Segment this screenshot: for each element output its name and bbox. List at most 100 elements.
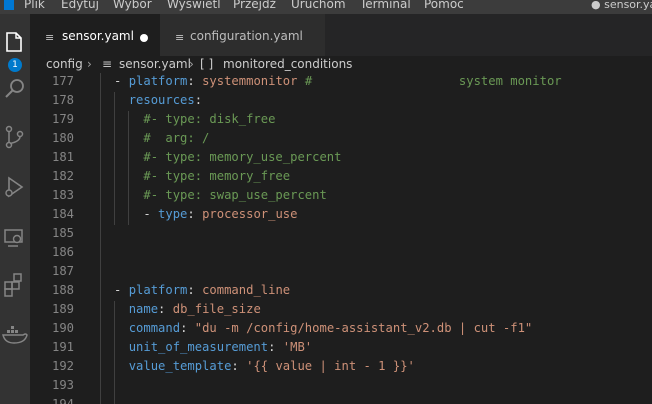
line-number: 187 bbox=[51, 264, 74, 278]
run-debug-icon[interactable] bbox=[0, 172, 30, 202]
code-line[interactable]: 182 #- type: memory_free bbox=[30, 167, 652, 186]
code-line[interactable]: 180 # arg: / bbox=[30, 129, 652, 148]
extensions-icon[interactable] bbox=[0, 270, 30, 300]
tab-label: sensor.yaml bbox=[62, 29, 134, 43]
chevron-right-icon: › bbox=[87, 57, 92, 71]
code-token: db_file_size bbox=[172, 302, 261, 316]
line-number: 185 bbox=[51, 226, 74, 240]
breadcrumb-file[interactable]: sensor.yaml bbox=[119, 57, 191, 71]
line-number: 191 bbox=[51, 340, 74, 354]
explorer-icon[interactable] bbox=[0, 28, 30, 58]
remote-explorer-icon[interactable] bbox=[0, 222, 30, 252]
menu-run[interactable]: Uruchom bbox=[291, 0, 346, 11]
code-text: value_template: '{{ value | int - 1 }}' bbox=[114, 357, 415, 376]
code-line[interactable]: 183 #- type: swap_use_percent bbox=[30, 186, 652, 205]
code-token: type bbox=[158, 207, 188, 221]
line-number: 189 bbox=[51, 302, 74, 316]
code-line[interactable]: 186 bbox=[30, 243, 652, 262]
code-line[interactable]: 194 bbox=[30, 395, 652, 404]
docker-icon[interactable] bbox=[0, 320, 30, 350]
menu-terminal[interactable]: Terminal bbox=[360, 0, 411, 11]
code-token: platform bbox=[128, 283, 188, 297]
yaml-file-icon: ≡ bbox=[175, 31, 185, 44]
menu-go[interactable]: Przejdź bbox=[233, 0, 276, 11]
code-line[interactable]: 193 bbox=[30, 376, 652, 395]
line-number: 184 bbox=[51, 207, 74, 221]
code-line[interactable]: 191 unit_of_measurement: 'MB' bbox=[30, 338, 652, 357]
code-token: - bbox=[114, 74, 129, 88]
line-number: 194 bbox=[51, 397, 74, 404]
tab-configuration-yaml[interactable]: ≡ configuration.yaml bbox=[160, 14, 326, 56]
code-line[interactable]: 177 - platform: systemmonitor # system mo… bbox=[30, 73, 652, 91]
source-control-icon[interactable] bbox=[0, 122, 30, 152]
line-number: 186 bbox=[51, 245, 74, 259]
activity-bar: 1 bbox=[0, 14, 30, 404]
code-line[interactable]: 189 name: db_file_size bbox=[30, 300, 652, 319]
code-token: : bbox=[194, 93, 203, 107]
breadcrumb-folder[interactable]: config bbox=[46, 57, 83, 71]
code-line[interactable]: 179 #- type: disk_free bbox=[30, 110, 652, 129]
line-number: 177 bbox=[51, 74, 74, 88]
code-line[interactable]: 184 - type: processor_use bbox=[30, 205, 652, 224]
code-token: # arg: / bbox=[143, 131, 210, 145]
line-number: 179 bbox=[51, 112, 74, 126]
code-token: : bbox=[268, 340, 283, 354]
code-line[interactable]: 187 bbox=[30, 262, 652, 281]
menu-help[interactable]: Pomoc bbox=[424, 0, 464, 11]
menu-view[interactable]: Wyświetl bbox=[167, 0, 221, 11]
tab-label: configuration.yaml bbox=[190, 29, 303, 43]
menu-selection[interactable]: Wybór bbox=[113, 0, 152, 11]
yaml-file-icon: ≡ bbox=[102, 57, 113, 71]
code-line[interactable]: 185 bbox=[30, 224, 652, 243]
code-text: resources: bbox=[114, 91, 202, 110]
line-number: 181 bbox=[51, 150, 74, 164]
code-text: - platform: command_line bbox=[114, 281, 290, 300]
code-text: name: db_file_size bbox=[114, 300, 261, 319]
code-token: : bbox=[231, 359, 247, 373]
code-line[interactable]: 181 #- type: memory_use_percent bbox=[30, 148, 652, 167]
code-token: # system monitor bbox=[304, 74, 562, 88]
code-token: : bbox=[180, 321, 195, 335]
line-number: 193 bbox=[51, 378, 74, 392]
code-token: value_template bbox=[128, 359, 232, 373]
code-token: '{{ value | int - 1 }}' bbox=[246, 359, 415, 373]
code-token: #- type: memory_use_percent bbox=[143, 150, 342, 164]
breadcrumb: config › ≡ sensor.yaml › [ ] monitored_c… bbox=[30, 56, 652, 73]
search-icon[interactable] bbox=[0, 74, 30, 104]
code-token: - bbox=[114, 283, 129, 297]
code-token: #- type: disk_free bbox=[143, 112, 276, 126]
line-number: 190 bbox=[51, 321, 74, 335]
line-number: 178 bbox=[51, 93, 74, 107]
code-text: - platform: systemmonitor # system monit… bbox=[114, 73, 562, 91]
code-token: command bbox=[128, 321, 181, 335]
unsaved-dot-icon[interactable] bbox=[140, 34, 148, 42]
code-line[interactable]: 192 value_template: '{{ value | int - 1 … bbox=[30, 357, 652, 376]
code-text: # arg: / bbox=[114, 129, 209, 148]
code-text: unit_of_measurement: 'MB' bbox=[114, 338, 312, 357]
code-line[interactable]: 190 command: "du -m /config/home-assista… bbox=[30, 319, 652, 338]
menu-edit[interactable]: Edytuj bbox=[61, 0, 99, 11]
code-token: resources bbox=[128, 93, 195, 107]
code-token: - bbox=[114, 207, 159, 221]
line-number: 192 bbox=[51, 359, 74, 373]
code-text: #- type: memory_use_percent bbox=[114, 148, 341, 167]
yaml-file-icon: ≡ bbox=[45, 31, 55, 44]
breadcrumb-symbol[interactable]: monitored_conditions bbox=[223, 57, 352, 71]
code-token: processor_use bbox=[202, 207, 298, 221]
code-text: #- type: swap_use_percent bbox=[114, 186, 326, 205]
code-text: #- type: disk_free bbox=[114, 110, 275, 129]
code-line[interactable]: 188 - platform: command_line bbox=[30, 281, 652, 300]
chevron-right-icon: › bbox=[189, 57, 194, 71]
line-number: 182 bbox=[51, 169, 74, 183]
code-token: : bbox=[187, 74, 203, 88]
code-token: #- type: memory_free bbox=[143, 169, 291, 183]
code-line[interactable]: 178 resources: bbox=[30, 91, 652, 110]
code-editor[interactable]: 177 - platform: systemmonitor # system mo… bbox=[30, 73, 652, 404]
menu-bar: Plik Edytuj Wybór Wyświetl Przejdź Uruch… bbox=[0, 0, 652, 14]
menu-file[interactable]: Plik bbox=[24, 0, 45, 11]
tab-sensor-yaml[interactable]: ≡ sensor.yaml bbox=[30, 14, 160, 56]
